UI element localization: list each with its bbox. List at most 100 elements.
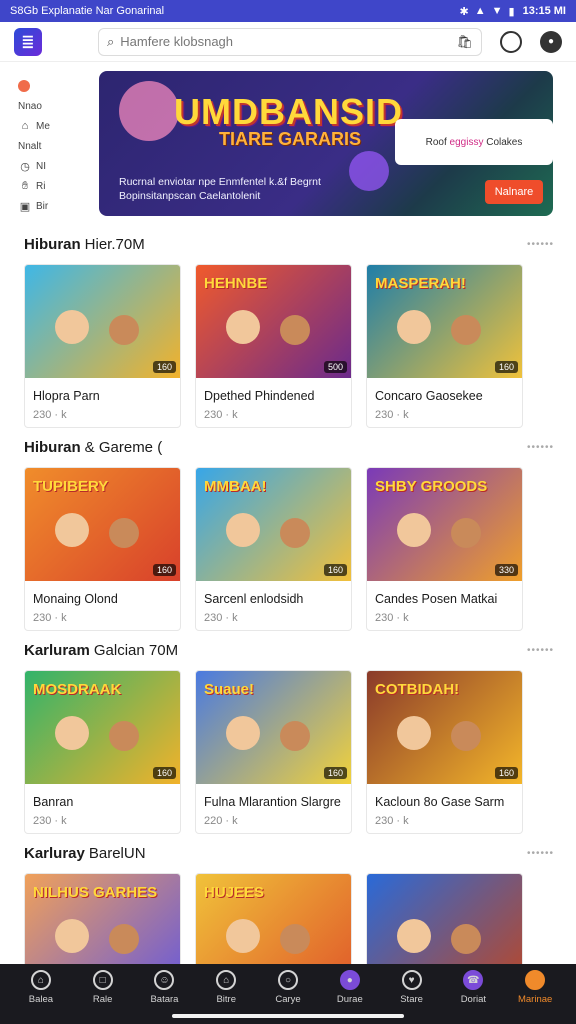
hero-banner[interactable]: UMDBANSID TIARE GARARIS Rucrnal enviotar… [99,71,553,216]
search-input[interactable]: Hamfere klobsnagh [120,34,456,49]
tile-row: TUPIBERY 160 Monaing Olond 230 · k MMBAA! 160… [24,467,554,631]
game-players: 230 · k [33,612,67,624]
character-figure [109,721,139,751]
more-icon[interactable]: •••••• [527,645,554,656]
game-tile[interactable]: MMBAA! 160 Sarcenl enlodsidh 230 · k [195,467,352,631]
game-tile[interactable]: 160 Hlopra Parn 230 · k [24,264,181,428]
section-title: Karluram [24,641,90,659]
game-thumbnail[interactable]: MMBAA! 160 [196,468,351,581]
game-badge: 160 [152,361,176,373]
game-tile[interactable]: TUPIBERY 160 Monaing Olond 230 · k [24,467,181,631]
phone-icon: ☎ [463,970,484,990]
game-thumbnail[interactable]: Suaue! 160 [196,671,351,784]
game-tile[interactable]: MASPERAH! 160 Concaro Gaosekee 230 · k [366,264,523,428]
game-players: 230 · k [375,815,409,827]
section-header: Hiburan & Gareme (•••••• [24,437,554,457]
side-nav-label: Bir [36,200,49,212]
section-subtitle: & Gareme ( [84,438,163,456]
notification-icon[interactable] [500,30,522,53]
hero-card[interactable]: Roof eggissy Colakes [395,119,553,165]
side-nav-home[interactable] [18,76,80,96]
game-thumbnail[interactable]: SHBY GROODS 330 [367,468,522,581]
side-nav: Nnao ⌂ Me Nnalt ◷ NI ✋︎ Ri ▣ Bir [18,76,80,216]
side-nav-label: NI [36,160,46,172]
hero-button[interactable]: Nalnare [485,180,543,204]
bottom-nav-label: Bitre [216,994,236,1005]
section-title: Karluray [24,844,85,862]
hero-description: Rucrnal enviotar npe Enmfentel k.&f Begr… [119,176,321,202]
character-figure [397,310,431,344]
tile-row: MOSDRAAK 160 Banran 230 · k Suaue! 160 Fulna M… [24,670,554,834]
game-badge: 160 [323,767,347,779]
section: Hiburan & Gareme (•••••• TUPIBERY 160 Monain… [24,437,554,631]
bottom-nav-label: Balea [28,994,54,1005]
side-nav-item[interactable]: ✋︎ Ri [18,176,80,196]
game-logo: COTBIDAH! [375,681,460,698]
game-badge: 160 [152,564,176,576]
home-dot-icon [18,80,30,92]
game-logo: HEHNBE [204,275,268,292]
character-figure [280,721,310,751]
character-figure [109,518,139,548]
bottom-nav-item[interactable]: ☎ Doriat [442,964,504,1024]
hero-card-text: eggissy [449,136,484,148]
status-icons: ✱ ▲ ▼ ▮ [460,5,515,18]
side-nav-item[interactable]: Nnalt [18,136,80,156]
orange-dot-icon: ● [525,970,546,990]
wifi-icon: ▼ [491,5,503,17]
more-icon[interactable]: •••••• [527,442,554,453]
signal-icon: ▲ [474,5,486,17]
more-icon[interactable]: •••••• [527,848,554,859]
game-badge: 160 [494,767,518,779]
game-tile[interactable]: HEHNBE 500 Dpethed Phindened 230 · k [195,264,352,428]
side-nav-item[interactable]: ⌂ Me [18,116,80,136]
hero-card-text: Roof [425,136,447,148]
hero-card-text: Colakes [486,136,523,148]
home-icon: ⌂ [21,120,29,132]
game-tile[interactable]: SHBY GROODS 330 Candes Posen Matkai 230 · k [366,467,523,631]
bottom-nav-item[interactable]: ● Marinae [504,964,566,1024]
section-header: Karluray BarelUN •••••• [24,843,554,863]
gesture-bar[interactable] [172,1014,404,1018]
bottom-nav-label: Stare [400,994,423,1005]
cart-icon[interactable]: 🛍︎ [456,34,473,50]
game-title: Monaing Olond [33,592,118,606]
game-thumbnail[interactable]: MASPERAH! 160 [367,265,522,378]
character-figure [397,513,431,547]
more-icon[interactable]: •••••• [527,239,554,250]
profile-icon[interactable]: ● [540,30,562,53]
bottom-nav-label: Carye [275,994,301,1005]
character-figure [226,513,260,547]
character-figure [226,919,260,953]
decoration [119,81,179,141]
app-logo[interactable]: ≣ [14,27,42,56]
hero-title: UMDBANSID [174,91,403,132]
home-icon: ⌂ [30,970,51,990]
bottom-nav-item[interactable]: ⌂ Balea [10,964,72,1024]
game-thumbnail[interactable]: MOSDRAAK 160 [25,671,180,784]
bottom-nav-item[interactable]: □ Rale [72,964,134,1024]
game-thumbnail[interactable]: TUPIBERY 160 [25,468,180,581]
side-nav-item[interactable]: Nnao [18,96,80,116]
character-figure [451,721,481,751]
game-thumbnail[interactable]: COTBIDAH! 160 [367,671,522,784]
character-figure [109,924,139,954]
section-title: Hiburan [24,235,81,253]
clock-icon: ◷ [20,160,30,173]
game-thumbnail[interactable]: 160 [25,265,180,378]
game-tile[interactable]: Suaue! 160 Fulna Mlarantion Slargre 220 · k [195,670,352,834]
search-bar[interactable]: ⌕ Hamfere klobsnagh 🛍︎ [98,27,482,56]
side-nav-label: Me [36,120,50,132]
game-thumbnail[interactable]: HEHNBE 500 [196,265,351,378]
game-tile[interactable]: MOSDRAAK 160 Banran 230 · k [24,670,181,834]
side-nav-item[interactable]: ◷ NI [18,156,80,176]
game-logo: SHBY GROODS [375,478,488,495]
section-header: Hiburan Hier.70M •••••• [24,234,554,254]
gift-icon: ▣ [19,200,31,213]
side-nav-label: Nnao [18,100,42,112]
game-badge: 330 [494,564,518,576]
side-nav-label: Ri [36,180,46,192]
side-nav-item[interactable]: ▣ Bir [18,196,80,216]
game-logo: HUJEES [204,884,265,901]
game-tile[interactable]: COTBIDAH! 160 Kacloun 8o Gase Sarm 230 · k [366,670,523,834]
